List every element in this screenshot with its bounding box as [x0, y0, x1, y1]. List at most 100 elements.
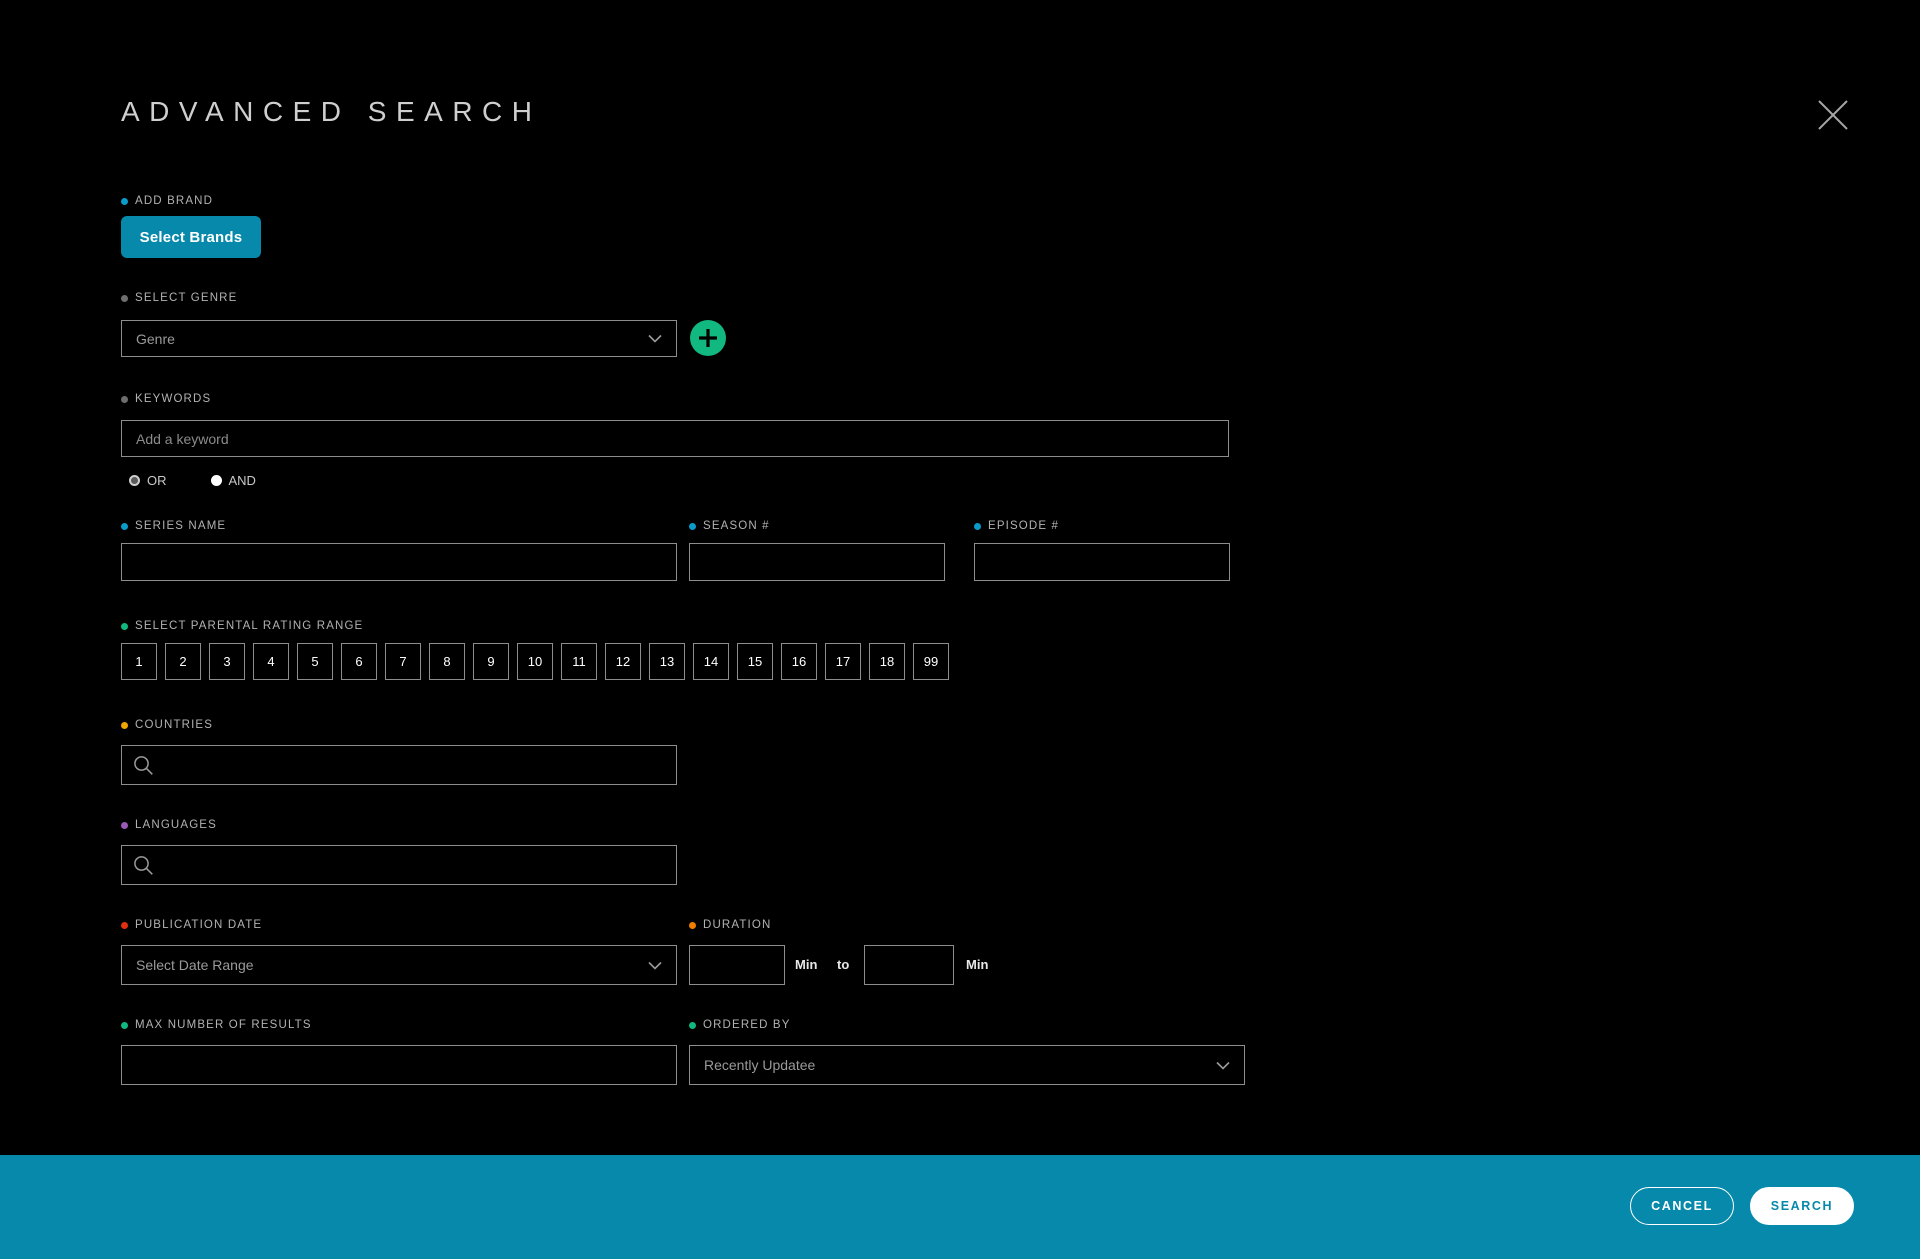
duration-min-input[interactable] [689, 945, 785, 985]
keywords-operator-and[interactable]: AND [210, 472, 256, 488]
publication-date-value: Select Date Range [136, 957, 254, 973]
languages-search-field[interactable] [121, 845, 677, 885]
parental-rating-label: SELECT PARENTAL RATING RANGE [121, 620, 363, 632]
countries-input[interactable] [162, 746, 665, 784]
genre-select-value: Genre [136, 330, 175, 347]
add-brand-dot [121, 197, 128, 205]
languages-dot [121, 821, 128, 829]
parental-rating-option[interactable]: 16 [781, 643, 817, 680]
keywords-dot [121, 395, 128, 403]
keywords-operator-or[interactable]: OR [129, 473, 167, 488]
select-genre-label: SELECT GENRE [121, 292, 237, 304]
modal-footer: CANCEL SEARCH [0, 1155, 1920, 1259]
episode-number-label-text: EPISODE # [988, 520, 1060, 532]
add-brand-label-text: ADD BRAND [135, 195, 214, 207]
duration-max-unit: Min [966, 957, 989, 972]
search-icon [134, 855, 153, 875]
select-genre-dot [121, 294, 128, 302]
ordered-by-label-text: ORDERED BY [703, 1019, 791, 1031]
add-brand-label: ADD BRAND [121, 195, 213, 207]
episode-number-dot [974, 522, 981, 530]
series-name-input[interactable] [121, 543, 677, 581]
season-number-label-text: SEASON # [703, 520, 770, 532]
keywords-label-text: KEYWORDS [135, 393, 212, 405]
duration-label-text: DURATION [703, 919, 772, 931]
parental-rating-option[interactable]: 6 [341, 643, 377, 680]
footer-actions: CANCEL SEARCH [1630, 1187, 1854, 1225]
countries-search-field[interactable] [121, 745, 677, 785]
advanced-search-modal: ADVANCED SEARCH ADD BRAND Select Brands … [0, 0, 1920, 1259]
parental-rating-option[interactable]: 7 [385, 643, 421, 680]
parental-rating-option[interactable]: 17 [825, 643, 861, 680]
ordered-by-dot [689, 1021, 696, 1029]
languages-label-text: LANGUAGES [135, 819, 217, 831]
parental-rating-option[interactable]: 11 [561, 643, 597, 680]
publication-date-label: PUBLICATION DATE [121, 919, 262, 931]
select-genre-label-text: SELECT GENRE [135, 292, 238, 304]
max-results-label: MAX NUMBER OF RESULTS [121, 1019, 312, 1031]
parental-rating-option[interactable]: 15 [737, 643, 773, 680]
keywords-label: KEYWORDS [121, 393, 211, 405]
parental-rating-options: 1 2 3 4 5 6 7 8 9 10 11 12 13 14 15 16 17 18 99 [121, 643, 949, 680]
ordered-by-label: ORDERED BY [689, 1019, 791, 1031]
duration-label: DURATION [689, 919, 771, 931]
parental-rating-option[interactable]: 99 [913, 643, 949, 680]
parental-rating-option[interactable]: 10 [517, 643, 553, 680]
parental-rating-option[interactable]: 1 [121, 643, 157, 680]
keywords-input[interactable] [121, 420, 1229, 457]
radio-selected-icon [129, 474, 140, 486]
duration-separator: to [837, 957, 850, 972]
parental-rating-option[interactable]: 13 [649, 643, 685, 680]
parental-rating-option[interactable]: 2 [165, 643, 201, 680]
parental-rating-label-text: SELECT PARENTAL RATING RANGE [135, 620, 364, 632]
search-form: ADD BRAND Select Brands SELECT GENRE Gen… [0, 0, 1920, 1155]
season-number-label: SEASON # [689, 520, 770, 532]
max-results-dot [121, 1021, 128, 1029]
parental-rating-option[interactable]: 14 [693, 643, 729, 680]
parental-rating-option[interactable]: 18 [869, 643, 905, 680]
chevron-down-icon [648, 334, 662, 343]
max-results-label-text: MAX NUMBER OF RESULTS [135, 1019, 312, 1031]
cancel-button[interactable]: CANCEL [1630, 1187, 1734, 1225]
ordered-by-select[interactable]: Recently Updatee [689, 1045, 1245, 1085]
countries-label: COUNTRIES [121, 719, 213, 731]
episode-number-input[interactable] [974, 543, 1230, 581]
languages-input[interactable] [162, 846, 665, 884]
keywords-operator-group: OR AND [129, 470, 300, 490]
parental-rating-option[interactable]: 12 [605, 643, 641, 680]
chevron-down-icon [648, 961, 662, 970]
season-number-dot [689, 522, 696, 530]
plus-icon [699, 329, 717, 347]
genre-select[interactable]: Genre [121, 320, 677, 357]
series-name-dot [121, 522, 128, 530]
keywords-operator-or-label: OR [147, 472, 167, 488]
series-name-label-text: SERIES NAME [135, 520, 227, 532]
duration-dot [689, 921, 696, 929]
parental-rating-option[interactable]: 9 [473, 643, 509, 680]
publication-date-label-text: PUBLICATION DATE [135, 919, 263, 931]
select-brands-button[interactable]: Select Brands [121, 216, 261, 258]
search-button[interactable]: SEARCH [1750, 1187, 1854, 1225]
publication-date-dot [121, 921, 128, 929]
max-results-input[interactable] [121, 1045, 677, 1085]
keywords-operator-and-label: AND [228, 472, 256, 488]
episode-number-label: EPISODE # [974, 520, 1059, 532]
parental-rating-dot [121, 622, 128, 630]
add-genre-button[interactable] [690, 320, 726, 356]
chevron-down-icon [1216, 1061, 1230, 1070]
series-name-label: SERIES NAME [121, 520, 226, 532]
ordered-by-value: Recently Updatee [704, 1057, 816, 1073]
publication-date-select[interactable]: Select Date Range [121, 945, 677, 985]
season-number-input[interactable] [689, 543, 945, 581]
parental-rating-option[interactable]: 8 [429, 643, 465, 680]
parental-rating-option[interactable]: 5 [297, 643, 333, 680]
countries-dot [121, 721, 128, 729]
search-icon [134, 755, 153, 775]
countries-label-text: COUNTRIES [135, 719, 214, 731]
duration-max-input[interactable] [864, 945, 954, 985]
languages-label: LANGUAGES [121, 819, 217, 831]
parental-rating-option[interactable]: 4 [253, 643, 289, 680]
duration-min-unit: Min [795, 957, 818, 972]
parental-rating-option[interactable]: 3 [209, 643, 245, 680]
radio-unselected-icon [210, 474, 222, 486]
